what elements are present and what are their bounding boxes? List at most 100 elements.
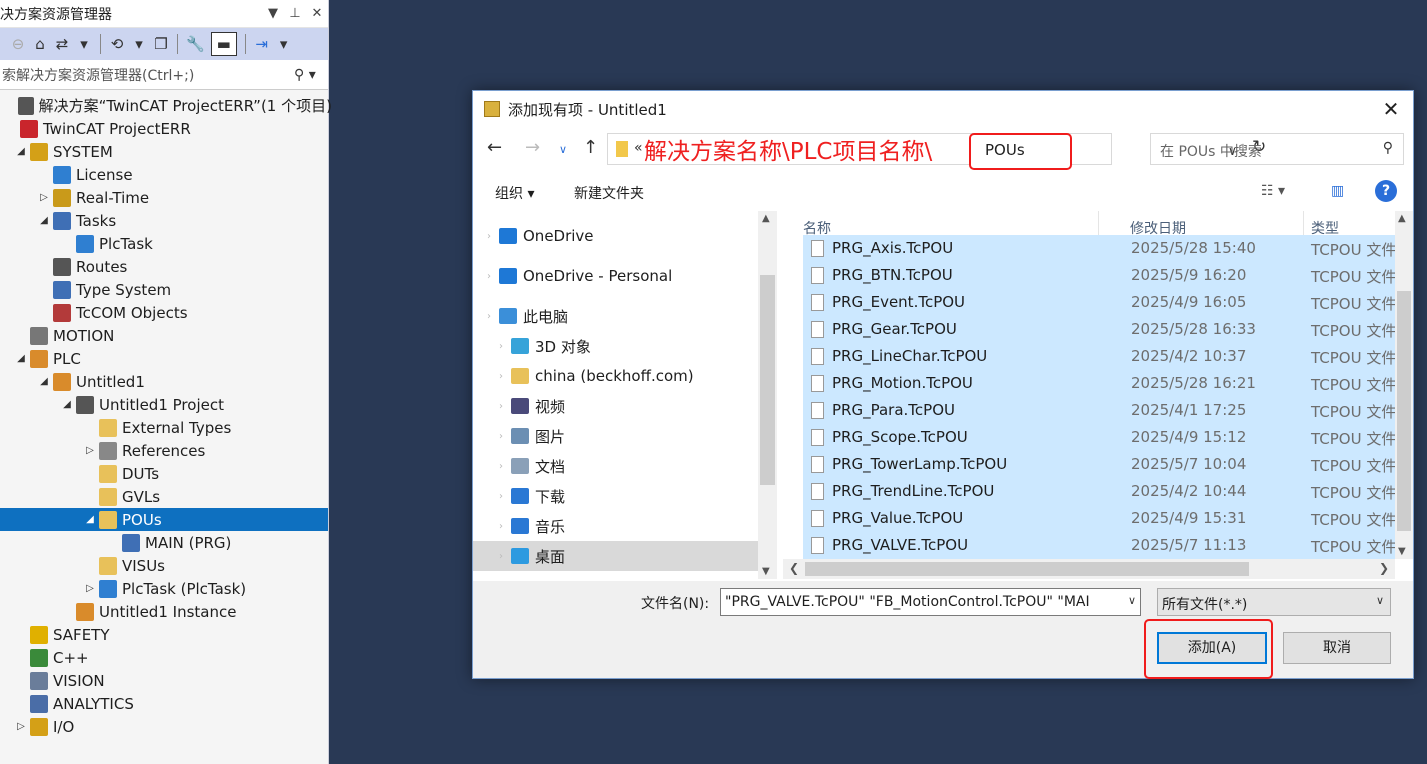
- tree-item[interactable]: ◢ Untitled1 Project: [60, 393, 388, 416]
- close-icon[interactable]: ✕: [306, 6, 328, 21]
- chevron-down-icon[interactable]: ▾: [76, 35, 92, 53]
- nav-item[interactable]: › 文档: [473, 451, 758, 481]
- sync-view-icon[interactable]: ⇄: [54, 35, 70, 53]
- scroll-right-icon[interactable]: ❯: [1379, 561, 1389, 575]
- file-row[interactable]: PRG_LineChar.TcPOU 2025/4/2 10:37 TCPOU 文件: [803, 343, 1396, 370]
- tree-item[interactable]: ▷ PlcTask (PlcTask): [83, 577, 411, 600]
- scroll-down-icon[interactable]: ▼: [762, 566, 770, 577]
- chevron-down-icon[interactable]: ▾: [131, 35, 147, 53]
- up-arrow-icon[interactable]: ↑: [583, 137, 598, 158]
- scrollbar-thumb[interactable]: [760, 275, 775, 485]
- nav-item[interactable]: › 下载: [473, 481, 758, 511]
- tree-item[interactable]: License: [37, 163, 365, 186]
- pending-changes-icon[interactable]: ⟲: [109, 35, 125, 53]
- tree-item[interactable]: External Types: [83, 416, 411, 439]
- tree-item[interactable]: ANALYTICS: [14, 692, 342, 715]
- address-overflow[interactable]: «: [634, 140, 643, 156]
- expander-icon[interactable]: ▷: [14, 721, 28, 732]
- tree-item[interactable]: ▷ References: [83, 439, 411, 462]
- chevron-right-icon[interactable]: ›: [491, 461, 511, 472]
- nav-item[interactable]: › 视频: [473, 391, 758, 421]
- file-row[interactable]: PRG_Gear.TcPOU 2025/5/28 16:33 TCPOU 文件: [803, 316, 1396, 343]
- file-list-vscrollbar[interactable]: ▲ ▼: [1395, 211, 1413, 559]
- tree-item[interactable]: SAFETY: [14, 623, 342, 646]
- tree-item[interactable]: 解决方案“TwinCAT ProjectERR”(1 个项目): [4, 94, 332, 117]
- chevron-right-icon[interactable]: ›: [479, 311, 499, 322]
- tree-item[interactable]: DUTs: [83, 462, 411, 485]
- file-row[interactable]: PRG_Axis.TcPOU 2025/5/28 15:40 TCPOU 文件: [803, 235, 1396, 262]
- cancel-button[interactable]: 取消: [1283, 632, 1391, 664]
- forward-arrow-icon[interactable]: →: [525, 137, 540, 158]
- nav-item[interactable]: › OneDrive: [473, 221, 758, 251]
- nav-item[interactable]: › 图片: [473, 421, 758, 451]
- tree-item[interactable]: ◢ POUs: [0, 508, 328, 531]
- scrollbar-thumb[interactable]: [1397, 291, 1411, 531]
- tree-item[interactable]: VISUs: [83, 554, 411, 577]
- file-row[interactable]: PRG_TowerLamp.TcPOU 2025/5/7 10:04 TCPOU 文…: [803, 451, 1396, 478]
- preview-pane-icon[interactable]: ▥: [1331, 183, 1344, 199]
- navigation-scrollbar[interactable]: ▲ ▼: [758, 211, 777, 579]
- nav-item[interactable]: › 音乐: [473, 511, 758, 541]
- solution-explorer-search[interactable]: 索解决方案资源管理器(Ctrl+;) ⚲ ▾: [0, 60, 328, 90]
- expander-icon[interactable]: ◢: [37, 215, 51, 226]
- file-row[interactable]: PRG_VALVE.TcPOU 2025/5/7 11:13 TCPOU 文件: [803, 532, 1396, 559]
- tree-item[interactable]: Routes: [37, 255, 365, 278]
- tree-item[interactable]: TcCOM Objects: [37, 301, 365, 324]
- nav-item[interactable]: › 此电脑: [473, 301, 758, 331]
- nav-item[interactable]: › china (beckhoff.com): [473, 361, 758, 391]
- chevron-down-icon[interactable]: ∨: [1127, 594, 1136, 607]
- recent-locations-icon[interactable]: ∨: [559, 143, 567, 156]
- chevron-right-icon[interactable]: ›: [479, 271, 499, 282]
- folder-search-input[interactable]: 在 POUs 中搜索 ⚲: [1150, 133, 1404, 165]
- organize-button[interactable]: 组织 ▾: [495, 183, 534, 203]
- file-row[interactable]: PRG_Para.TcPOU 2025/4/1 17:25 TCPOU 文件: [803, 397, 1396, 424]
- expander-icon[interactable]: ◢: [14, 146, 28, 157]
- chevron-right-icon[interactable]: ›: [479, 231, 499, 242]
- tree-item[interactable]: Type System: [37, 278, 365, 301]
- scrollbar-thumb[interactable]: [805, 562, 1249, 576]
- tree-item[interactable]: MOTION: [14, 324, 342, 347]
- file-row[interactable]: PRG_Scope.TcPOU 2025/4/9 15:12 TCPOU 文件: [803, 424, 1396, 451]
- tree-item[interactable]: MAIN (PRG): [106, 531, 434, 554]
- add-button[interactable]: 添加(A): [1157, 632, 1267, 664]
- new-folder-button[interactable]: 新建文件夹: [574, 183, 644, 203]
- tree-item[interactable]: TwinCAT ProjectERR: [4, 117, 332, 140]
- chevron-right-icon[interactable]: ›: [491, 521, 511, 532]
- home-icon[interactable]: ⌂: [32, 35, 48, 53]
- tree-item[interactable]: ◢ Untitled1: [37, 370, 365, 393]
- chevron-right-icon[interactable]: ›: [491, 341, 511, 352]
- pin-icon[interactable]: ⊥: [284, 6, 306, 21]
- chevron-right-icon[interactable]: ›: [491, 401, 511, 412]
- tree-item[interactable]: C++: [14, 646, 342, 669]
- tree-item[interactable]: Untitled1 Instance: [60, 600, 388, 623]
- wrench-icon[interactable]: 🔧: [186, 35, 205, 53]
- file-list-hscrollbar[interactable]: ❮ ❯: [783, 559, 1395, 579]
- scroll-down-icon[interactable]: ▼: [1398, 546, 1406, 557]
- scroll-up-icon[interactable]: ▲: [762, 213, 770, 224]
- file-row[interactable]: PRG_Event.TcPOU 2025/4/9 16:05 TCPOU 文件: [803, 289, 1396, 316]
- back-arrow-icon[interactable]: ←: [487, 137, 502, 158]
- help-button[interactable]: ?: [1375, 180, 1397, 202]
- file-row[interactable]: PRG_TrendLine.TcPOU 2025/4/2 10:44 TCPOU 文…: [803, 478, 1396, 505]
- tree-item[interactable]: VISION: [14, 669, 342, 692]
- tree-item[interactable]: ▷ Real-Time: [37, 186, 365, 209]
- search-icon[interactable]: ⚲ ▾: [294, 67, 328, 83]
- chevron-right-icon[interactable]: ›: [491, 431, 511, 442]
- address-current-folder[interactable]: POUs: [969, 133, 1072, 170]
- chevron-right-icon[interactable]: ›: [491, 491, 511, 502]
- nav-item[interactable]: › 3D 对象: [473, 331, 758, 361]
- tree-item[interactable]: ▷ I/O: [14, 715, 342, 738]
- nav-item[interactable]: › OneDrive - Personal: [473, 261, 758, 291]
- collapse-all-icon[interactable]: ❐: [153, 35, 169, 53]
- expander-icon[interactable]: ◢: [37, 376, 51, 387]
- nav-item[interactable]: › 桌面: [473, 541, 758, 571]
- file-row[interactable]: PRG_Value.TcPOU 2025/4/9 15:31 TCPOU 文件: [803, 505, 1396, 532]
- scroll-left-icon[interactable]: ❮: [789, 561, 799, 575]
- dropdown-arrow-icon[interactable]: ▼: [262, 6, 284, 21]
- expander-icon[interactable]: ◢: [60, 399, 74, 410]
- expander-icon[interactable]: ▷: [83, 583, 97, 594]
- close-icon[interactable]: ✕: [1369, 97, 1413, 121]
- chevron-down-icon[interactable]: ▾: [276, 35, 292, 53]
- filename-input[interactable]: "PRG_VALVE.TcPOU" "FB_MotionControl.TcPO…: [720, 588, 1141, 616]
- tree-item[interactable]: GVLs: [83, 485, 411, 508]
